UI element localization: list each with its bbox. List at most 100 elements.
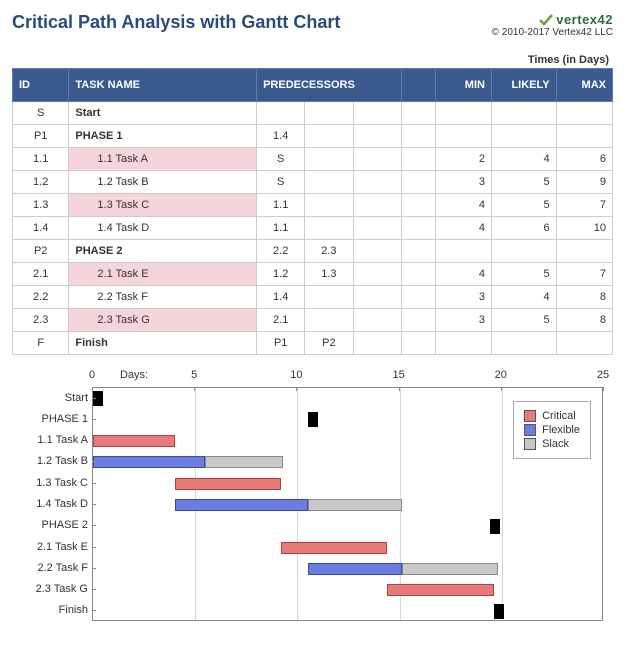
- cell-min[interactable]: 4: [435, 217, 491, 240]
- cell-pred[interactable]: 1.2: [257, 263, 305, 286]
- table-row[interactable]: FFinishP1P2: [13, 332, 613, 355]
- cell-pred[interactable]: [353, 286, 401, 309]
- cell-name[interactable]: 2.2 Task F: [69, 286, 257, 309]
- cell-pred[interactable]: 1.1: [257, 217, 305, 240]
- cell-pred[interactable]: 1.4: [257, 286, 305, 309]
- cell-id[interactable]: 1.3: [13, 194, 69, 217]
- cell-pred[interactable]: S: [257, 148, 305, 171]
- cell-pred[interactable]: [305, 125, 353, 148]
- cell-name[interactable]: 2.1 Task E: [69, 263, 257, 286]
- cell-id[interactable]: F: [13, 332, 69, 355]
- cell-id[interactable]: 2.3: [13, 309, 69, 332]
- cell-min[interactable]: [435, 332, 491, 355]
- cell-likely[interactable]: [491, 125, 556, 148]
- cell-name[interactable]: 1.1 Task A: [69, 148, 257, 171]
- cell-max[interactable]: 6: [556, 148, 612, 171]
- cell-pred[interactable]: [353, 240, 401, 263]
- cell-max[interactable]: [556, 240, 612, 263]
- cell-pred[interactable]: [353, 263, 401, 286]
- cell-id[interactable]: S: [13, 102, 69, 125]
- cell-name[interactable]: 1.3 Task C: [69, 194, 257, 217]
- cell-max[interactable]: [556, 125, 612, 148]
- cell-likely[interactable]: 5: [491, 263, 556, 286]
- cell-min[interactable]: [435, 240, 491, 263]
- cell-pred[interactable]: [353, 309, 401, 332]
- cell-pred[interactable]: [353, 217, 401, 240]
- cell-min[interactable]: 3: [435, 171, 491, 194]
- cell-max[interactable]: 8: [556, 286, 612, 309]
- cell-likely[interactable]: 4: [491, 286, 556, 309]
- cell-pred[interactable]: [305, 286, 353, 309]
- cell-pred[interactable]: [305, 102, 353, 125]
- cell-likely[interactable]: [491, 332, 556, 355]
- table-row[interactable]: 1.41.4 Task D1.1 4610: [13, 217, 613, 240]
- cell-pred[interactable]: 1.1: [257, 194, 305, 217]
- table-row[interactable]: P2PHASE 22.22.3: [13, 240, 613, 263]
- cell-pred[interactable]: 2.3: [305, 240, 353, 263]
- cell-likely[interactable]: 4: [491, 148, 556, 171]
- cell-max[interactable]: 9: [556, 171, 612, 194]
- cell-likely[interactable]: [491, 240, 556, 263]
- cell-pred[interactable]: S: [257, 171, 305, 194]
- cell-max[interactable]: 7: [556, 263, 612, 286]
- cell-min[interactable]: 3: [435, 286, 491, 309]
- cell-name[interactable]: Start: [69, 102, 257, 125]
- cell-max[interactable]: 10: [556, 217, 612, 240]
- cell-pred[interactable]: [305, 171, 353, 194]
- cell-pred[interactable]: [305, 217, 353, 240]
- cell-id[interactable]: P1: [13, 125, 69, 148]
- cell-id[interactable]: 2.2: [13, 286, 69, 309]
- cell-name[interactable]: 1.2 Task B: [69, 171, 257, 194]
- cell-pred[interactable]: [305, 194, 353, 217]
- cell-pred[interactable]: [353, 125, 401, 148]
- cell-pred[interactable]: [353, 148, 401, 171]
- cell-pred[interactable]: P2: [305, 332, 353, 355]
- cell-pred[interactable]: P1: [257, 332, 305, 355]
- cell-name[interactable]: PHASE 2: [69, 240, 257, 263]
- cell-pred[interactable]: [257, 102, 305, 125]
- cell-min[interactable]: [435, 125, 491, 148]
- table-row[interactable]: 2.22.2 Task F1.4 348: [13, 286, 613, 309]
- cell-min[interactable]: 3: [435, 309, 491, 332]
- table-row[interactable]: 1.21.2 Task BS 359: [13, 171, 613, 194]
- cell-max[interactable]: [556, 332, 612, 355]
- cell-likely[interactable]: 6: [491, 217, 556, 240]
- cell-max[interactable]: 8: [556, 309, 612, 332]
- cell-pred[interactable]: [353, 171, 401, 194]
- table-row[interactable]: 2.32.3 Task G2.1 358: [13, 309, 613, 332]
- cell-min[interactable]: [435, 102, 491, 125]
- table-row[interactable]: 1.11.1 Task AS 246: [13, 148, 613, 171]
- table-row[interactable]: 2.12.1 Task E1.21.3 457: [13, 263, 613, 286]
- cell-name[interactable]: 1.4 Task D: [69, 217, 257, 240]
- cell-likely[interactable]: 5: [491, 309, 556, 332]
- cell-pred[interactable]: [353, 332, 401, 355]
- cell-pred[interactable]: 1.3: [305, 263, 353, 286]
- cell-min[interactable]: 4: [435, 263, 491, 286]
- cell-pred[interactable]: 1.4: [257, 125, 305, 148]
- cell-pred[interactable]: 2.1: [257, 309, 305, 332]
- cell-name[interactable]: PHASE 1: [69, 125, 257, 148]
- cell-likely[interactable]: 5: [491, 194, 556, 217]
- cell-name[interactable]: 2.3 Task G: [69, 309, 257, 332]
- cell-id[interactable]: P2: [13, 240, 69, 263]
- cell-pred[interactable]: 2.2: [257, 240, 305, 263]
- y-tick-label: PHASE 2: [12, 519, 88, 531]
- table-row[interactable]: SStart: [13, 102, 613, 125]
- cell-name[interactable]: Finish: [69, 332, 257, 355]
- cell-max[interactable]: 7: [556, 194, 612, 217]
- cell-pred[interactable]: [305, 309, 353, 332]
- cell-max[interactable]: [556, 102, 612, 125]
- cell-min[interactable]: 2: [435, 148, 491, 171]
- cell-id[interactable]: 2.1: [13, 263, 69, 286]
- cell-pred[interactable]: [353, 194, 401, 217]
- cell-id[interactable]: 1.1: [13, 148, 69, 171]
- cell-pred[interactable]: [305, 148, 353, 171]
- cell-id[interactable]: 1.4: [13, 217, 69, 240]
- table-row[interactable]: P1PHASE 11.4: [13, 125, 613, 148]
- cell-likely[interactable]: 5: [491, 171, 556, 194]
- cell-min[interactable]: 4: [435, 194, 491, 217]
- cell-pred[interactable]: [353, 102, 401, 125]
- cell-likely[interactable]: [491, 102, 556, 125]
- cell-id[interactable]: 1.2: [13, 171, 69, 194]
- table-row[interactable]: 1.31.3 Task C1.1 457: [13, 194, 613, 217]
